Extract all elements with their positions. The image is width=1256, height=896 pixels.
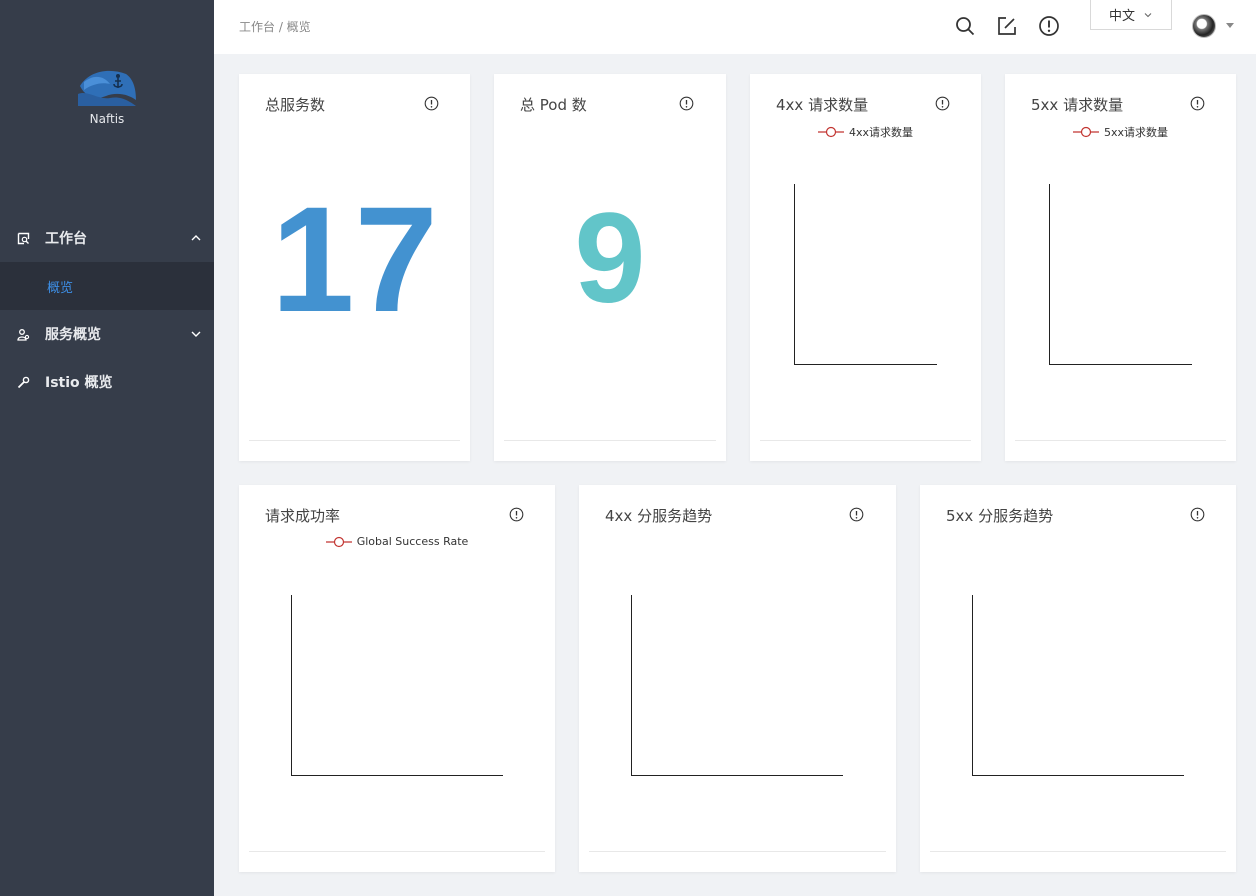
card-title: 4xx 请求数量 (776, 96, 869, 114)
info-icon[interactable] (424, 96, 439, 111)
chart-legend[interactable]: Global Success Rate (239, 535, 555, 548)
caret-down-icon[interactable] (1226, 23, 1234, 28)
wrench-icon (16, 375, 30, 389)
card-title: 请求成功率 (265, 507, 341, 525)
chart-axes (972, 595, 1184, 776)
submenu-item-overview[interactable]: 概览 (0, 262, 214, 310)
legend-line-marker-icon (1072, 126, 1099, 138)
card-5xx-trend: 5xx 分服务趋势 (920, 485, 1236, 872)
total-services-value: 17 (271, 175, 438, 343)
menu-item-label: 工作台 (45, 231, 87, 247)
card-title: 5xx 分服务趋势 (946, 507, 1054, 525)
total-pods-value: 9 (574, 187, 646, 330)
naftis-logo-icon (78, 70, 136, 106)
dashboard-icon (16, 231, 30, 245)
legend-line-marker-icon (817, 126, 844, 138)
services-icon (16, 327, 30, 341)
info-icon[interactable] (509, 507, 524, 522)
menu-item-label: Istio 概览 (45, 375, 113, 391)
card-footer-divider (930, 851, 1226, 852)
chart-legend[interactable]: 5xx请求数量 (1005, 124, 1236, 140)
card-title: 5xx 请求数量 (1031, 96, 1124, 114)
chevron-down-icon (191, 331, 201, 337)
logo[interactable]: Naftis (0, 64, 214, 126)
user-avatar[interactable] (1192, 14, 1216, 38)
card-footer-divider (760, 440, 971, 441)
language-value: 中文 (1108, 9, 1135, 24)
legend-label: 5xx请求数量 (1103, 126, 1169, 139)
edit-icon[interactable] (996, 15, 1018, 37)
chart-axes (291, 595, 503, 776)
info-icon[interactable] (1190, 96, 1205, 111)
alert-icon[interactable] (1038, 15, 1060, 37)
chart-axes (1049, 184, 1192, 365)
card-success-rate: 请求成功率 Global Success Rate (239, 485, 555, 872)
menu-item-istio[interactable]: Istio 概览 (0, 358, 214, 406)
card-total-services: 总服务数 17 (239, 74, 470, 461)
info-icon[interactable] (679, 96, 694, 111)
language-select[interactable]: 中文 (1090, 0, 1172, 30)
brand-name: Naftis (89, 112, 125, 126)
menu-item-workbench[interactable]: 工作台 (0, 214, 214, 262)
chevron-up-icon (191, 235, 201, 241)
chevron-down-icon (1144, 12, 1152, 17)
card-4xx-requests: 4xx 请求数量 4xx请求数量 (750, 74, 981, 461)
card-footer-divider (249, 851, 545, 852)
legend-label: Global Success Rate (356, 535, 469, 548)
card-footer-divider (589, 851, 886, 852)
card-footer-divider (504, 440, 716, 441)
info-icon[interactable] (849, 507, 864, 522)
card-total-pods: 总 Pod 数 9 (494, 74, 726, 461)
card-footer-divider (249, 440, 460, 441)
legend-label: 4xx请求数量 (848, 126, 914, 139)
menu-item-label: 服务概览 (45, 327, 101, 343)
breadcrumb: 工作台 / 概览 (239, 20, 311, 34)
legend-line-marker-icon (325, 536, 352, 547)
card-title: 总服务数 (265, 96, 326, 114)
card-title: 总 Pod 数 (520, 96, 587, 114)
top-header: 工作台 / 概览 中文 (214, 0, 1256, 54)
chart-axes (631, 595, 843, 776)
search-icon[interactable] (954, 15, 976, 37)
card-4xx-trend: 4xx 分服务趋势 (579, 485, 896, 872)
card-5xx-requests: 5xx 请求数量 5xx请求数量 (1005, 74, 1236, 461)
chart-axes (794, 184, 937, 365)
card-title: 4xx 分服务趋势 (605, 507, 713, 525)
card-footer-divider (1015, 440, 1226, 441)
chart-legend[interactable]: 4xx请求数量 (750, 124, 981, 140)
info-icon[interactable] (935, 96, 950, 111)
sidebar: Naftis 工作台 概览 服务概览 Istio 概览 (0, 0, 214, 896)
info-icon[interactable] (1190, 507, 1205, 522)
menu-item-services[interactable]: 服务概览 (0, 310, 214, 358)
